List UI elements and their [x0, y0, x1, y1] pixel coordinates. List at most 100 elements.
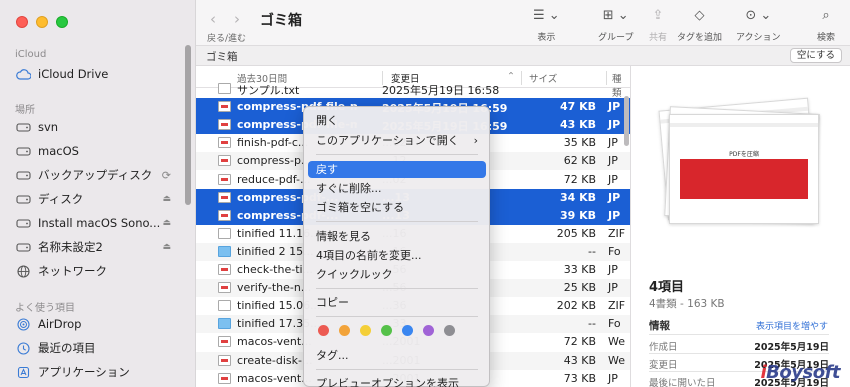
sidebar-section-places: 場所	[15, 105, 35, 116]
sidebar-item-macos[interactable]: macOS	[15, 140, 175, 162]
menu-item-rename[interactable]: 4項目の名前を変更...	[308, 247, 486, 264]
sidebar-item-label: バックアップディスク	[38, 168, 153, 182]
image-file-icon	[218, 119, 231, 131]
context-menu: 開く このアプリケーションで開く › 戻す すぐに削除... ゴミ箱を空にする 情…	[303, 106, 490, 387]
sidebar-item-airdrop[interactable]: AirDrop	[15, 313, 175, 335]
window-title: ゴミ箱	[260, 13, 302, 29]
image-file-icon	[218, 155, 231, 167]
menu-item-open-with[interactable]: このアプリケーションで開く ›	[308, 132, 486, 149]
divider	[649, 353, 829, 354]
airdrop-icon	[15, 316, 31, 332]
preview-title: 4項目	[649, 280, 685, 295]
cell-kind: JP	[608, 281, 618, 295]
eject-icon[interactable]: ⏏	[162, 218, 171, 228]
menu-item-put-back[interactable]: 戻す	[308, 161, 486, 178]
share-button[interactable]: ⇪ 共有	[649, 8, 667, 43]
chevron-right-icon: ›	[473, 134, 478, 147]
cell-kind: JP	[608, 118, 621, 132]
nav-arrows: ‹ ›	[210, 10, 240, 28]
cell-kind: JP	[608, 263, 618, 276]
menu-item-copy[interactable]: コピー	[308, 294, 486, 311]
tag-color-dot[interactable]	[402, 325, 413, 336]
tag-color-dot[interactable]	[423, 325, 434, 336]
sidebar: iCloud iCloud Drive 場所 svn macOS バックアップデ…	[0, 0, 196, 387]
cell-size: 43 KB	[563, 353, 596, 367]
divider	[649, 334, 829, 335]
minimize-window-button[interactable]	[36, 16, 48, 28]
toolbar: ‹ › 戻る/進む ゴミ箱 ☰ ⌄ 表示 ⊞ ⌄ グループ ⇪ 共有 ◇ タグを…	[196, 0, 850, 46]
share-icon: ⇪	[652, 8, 664, 23]
document-icon	[218, 300, 231, 312]
sidebar-item-icloud-drive[interactable]: iCloud Drive	[15, 63, 175, 85]
search-button[interactable]: ⌕ 検索	[817, 8, 835, 43]
cell-name: サンプル.txt	[237, 84, 300, 97]
table-row[interactable]: サンプル.txt 2025年5月19日 16:58	[196, 80, 630, 98]
cell-size: 205 KB	[556, 226, 596, 240]
cell-kind: JP	[608, 100, 621, 114]
image-file-icon	[218, 209, 231, 221]
eject-icon[interactable]: ⏏	[162, 194, 171, 204]
cell-size: 34 KB	[559, 190, 596, 204]
cell-kind: We	[608, 335, 625, 349]
cell-size: 47 KB	[559, 100, 596, 114]
cell-kind: We	[608, 353, 625, 367]
cell-kind: Fo	[608, 244, 621, 258]
tag-color-dot[interactable]	[381, 325, 392, 336]
menu-item-get-info[interactable]: 情報を見る	[308, 228, 486, 245]
tag-color-dot[interactable]	[360, 325, 371, 336]
grid-icon: ⊞ ⌄	[602, 8, 629, 23]
drive-icon	[15, 191, 31, 207]
menu-item-quick-look[interactable]: クイックルック	[308, 266, 486, 283]
menu-item-delete-immediately[interactable]: すぐに削除...	[308, 180, 486, 197]
close-window-button[interactable]	[16, 16, 28, 28]
menu-item-open[interactable]: 開く	[308, 112, 486, 129]
menu-item-tags[interactable]: タグ...	[308, 347, 486, 364]
action-button[interactable]: ⊙ ⌄ アクション	[736, 8, 781, 43]
sidebar-item-network[interactable]: ネットワーク	[15, 260, 175, 282]
sidebar-item-disk[interactable]: ディスク ⏏	[15, 188, 175, 210]
sidebar-item-label: ネットワーク	[38, 264, 107, 278]
cell-kind: JP	[608, 208, 621, 222]
show-more-link[interactable]: 表示項目を増やす	[756, 319, 828, 332]
empty-trash-button[interactable]: 空にする	[789, 48, 842, 63]
drive-icon	[15, 239, 31, 255]
menu-separator	[316, 154, 478, 155]
tag-color-dot[interactable]	[444, 325, 455, 336]
tag-color-dot[interactable]	[339, 325, 350, 336]
cell-kind: JP	[608, 190, 621, 204]
sidebar-scrollbar[interactable]	[185, 45, 191, 205]
add-tag-button[interactable]: ◇ タグを追加	[677, 8, 722, 43]
folder-icon	[218, 318, 231, 330]
sidebar-item-label: svn	[38, 120, 59, 134]
tag-color-dot[interactable]	[318, 325, 329, 336]
image-file-icon	[218, 191, 231, 203]
sidebar-item-label: AirDrop	[38, 317, 82, 331]
image-file-icon	[218, 173, 231, 185]
menu-item-empty-trash[interactable]: ゴミ箱を空にする	[308, 199, 486, 216]
image-file-icon	[218, 137, 231, 149]
image-file-icon	[218, 372, 231, 384]
apps-icon	[15, 364, 31, 380]
drive-icon	[15, 143, 31, 159]
cell-size: 39 KB	[559, 208, 596, 222]
cell-kind: ZIF	[608, 299, 626, 313]
sidebar-item-applications[interactable]: アプリケーション	[15, 361, 175, 383]
back-icon[interactable]: ‹	[210, 10, 216, 28]
drive-icon	[15, 215, 31, 231]
sidebar-item-recents[interactable]: 最近の項目	[15, 337, 175, 359]
forward-icon[interactable]: ›	[234, 10, 240, 28]
iboysoft-watermark: iBoysoft	[760, 362, 840, 383]
sidebar-item-untitled2[interactable]: 名称未設定2 ⏏	[15, 236, 175, 258]
sidebar-item-svn[interactable]: svn	[15, 116, 175, 138]
sidebar-item-backup-disk[interactable]: バックアップディスク ⟳	[15, 164, 175, 186]
menu-item-preview-options[interactable]: プレビューオプションを表示	[308, 375, 486, 387]
list-view-icon: ☰ ⌄	[533, 8, 560, 23]
sidebar-item-install-macos[interactable]: Install macOS Sono... ⏏	[15, 212, 175, 234]
group-button[interactable]: ⊞ ⌄ グループ	[598, 8, 633, 43]
more-icon: ⊙ ⌄	[745, 8, 772, 23]
sync-icon[interactable]: ⟳	[162, 169, 171, 182]
zoom-window-button[interactable]	[56, 16, 68, 28]
eject-icon[interactable]: ⏏	[162, 242, 171, 252]
list-scrollbar[interactable]	[624, 96, 629, 146]
view-button[interactable]: ☰ ⌄ 表示	[533, 8, 560, 43]
